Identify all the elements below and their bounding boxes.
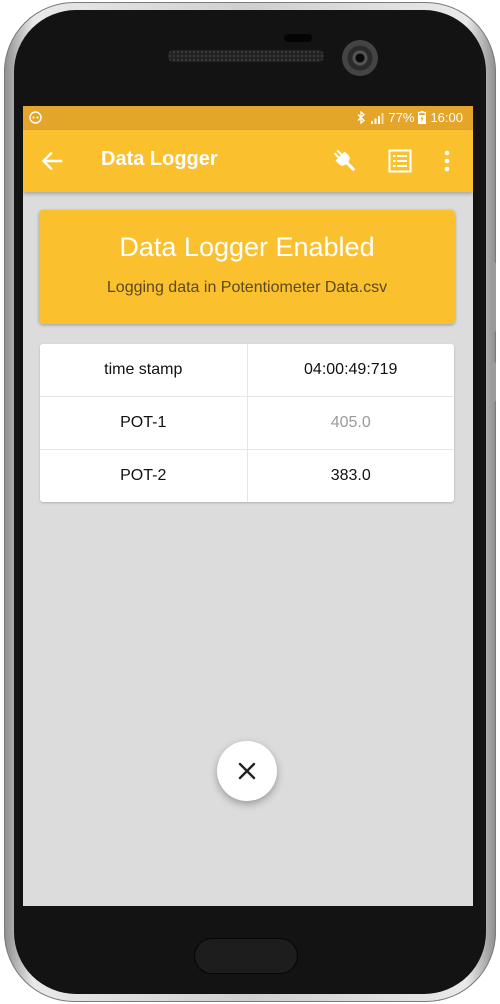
status-indicators: 77% 16:00 [357,110,463,125]
back-arrow-icon[interactable] [39,148,65,174]
earpiece [284,34,312,42]
table-row: POT-1 405.0 [40,397,454,450]
logger-status-banner: Data Logger Enabled Logging data in Pote… [39,210,455,324]
notification-icon [29,111,42,124]
power-button [490,362,496,402]
app-title: Data Logger [101,148,218,170]
status-bar: 77% 16:00 [23,106,473,130]
row-value: 383.0 [330,467,371,484]
close-icon [238,762,256,780]
table-row: time stamp 04:00:49:719 [40,344,454,397]
battery-percent: 77% [388,110,415,125]
table-row: POT-2 383.0 [40,450,454,502]
battery-charging-icon [418,111,427,124]
app-bar: Data Logger [23,130,473,192]
row-label: time stamp [40,344,248,396]
row-value: 04:00:49:719 [304,361,398,378]
home-button[interactable] [194,938,298,974]
speaker-grille [168,50,324,62]
app-screen: 77% 16:00 Data Logger Data Logger Enable… [23,106,473,906]
signal-icon [371,112,384,124]
row-label: POT-2 [40,450,248,502]
sensor-table: time stamp 04:00:49:719 POT-1 405.0 POT-… [40,344,454,502]
clock: 16:00 [430,110,463,125]
front-camera [342,40,378,76]
volume-button [490,262,496,332]
bluetooth-icon [357,111,366,124]
plug-icon[interactable] [331,147,359,175]
row-value: 405.0 [330,414,371,431]
list-icon[interactable] [388,149,412,173]
row-label: POT-1 [40,397,248,449]
more-vert-icon[interactable] [437,149,457,173]
banner-title: Data Logger Enabled [119,232,375,262]
banner-subtitle: Logging data in Potentiometer Data.csv [106,279,388,296]
stop-logging-button[interactable] [217,741,277,801]
